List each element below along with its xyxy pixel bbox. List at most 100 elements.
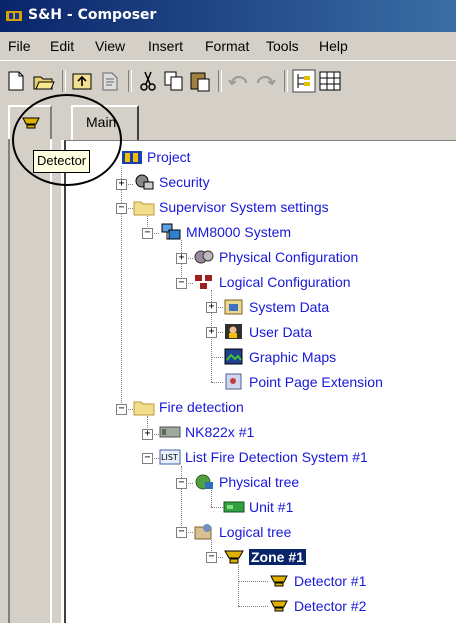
tree-node-detector-1[interactable]: Detector #1	[268, 571, 366, 591]
tree-node-label: User Data	[249, 324, 313, 340]
tree-node-point-page-extension[interactable]: Point Page Extension	[223, 372, 383, 392]
project-icon	[121, 147, 143, 167]
tree-node-system-data[interactable]: System Data	[223, 297, 329, 317]
tree-node-unit-1[interactable]: Unit #1	[223, 497, 293, 517]
toolbar-separator	[284, 70, 288, 92]
zone-icon	[223, 547, 245, 567]
tree-node-label: Fire detection	[159, 399, 244, 415]
window-title: S&H - Composer	[28, 7, 157, 23]
tree-expander[interactable]: −	[176, 278, 187, 289]
tree-node-security[interactable]: Security	[133, 172, 210, 192]
tree-node-detector-2[interactable]: Detector #2	[268, 596, 366, 616]
point-page-extension-icon	[223, 372, 245, 392]
tree-expander[interactable]: −	[142, 453, 153, 464]
tree-expander[interactable]: +	[176, 253, 187, 264]
detector-icon	[268, 596, 290, 616]
tree-node-label: Logical tree	[219, 524, 292, 540]
tree-expander[interactable]: −	[176, 478, 187, 489]
tree-node-list-fire-detection-system[interactable]: LIST List Fire Detection System #1	[159, 447, 368, 467]
tree-view-icon[interactable]	[292, 69, 316, 93]
list-icon: LIST	[159, 447, 181, 467]
user-data-icon	[223, 322, 245, 342]
tree-expander[interactable]: −	[176, 527, 187, 538]
tree-node-label: NK822x #1	[185, 424, 255, 440]
menu-tools[interactable]: Tools	[266, 38, 299, 54]
tree-line	[181, 466, 182, 532]
tree-node-user-data[interactable]: User Data	[223, 322, 312, 342]
tree-node-label-selected: Zone #1	[249, 549, 306, 565]
toolbar-separator	[128, 70, 132, 92]
tree-node-supervisor-settings[interactable]: Supervisor System settings	[133, 197, 329, 217]
new-document-icon[interactable]	[4, 69, 28, 93]
menu-file[interactable]: File	[8, 38, 31, 54]
tree-node-zone-1[interactable]: Zone #1	[223, 547, 306, 567]
physical-configuration-icon	[193, 247, 215, 267]
tree-line	[211, 490, 212, 507]
tree-node-physical-configuration[interactable]: Physical Configuration	[193, 247, 358, 267]
tree-expander[interactable]: −	[142, 228, 153, 239]
tree-node-logical-configuration[interactable]: Logical Configuration	[193, 272, 351, 292]
tree-node-label: Physical tree	[219, 474, 300, 490]
title-bar: S&H - Composer	[0, 0, 456, 32]
security-icon	[133, 172, 155, 192]
tree-node-mm8000-system[interactable]: MM8000 System	[160, 222, 291, 242]
system-data-icon	[223, 297, 245, 317]
menu-insert[interactable]: Insert	[148, 38, 183, 54]
logical-tree-icon	[193, 522, 215, 542]
tree-expander[interactable]: −	[206, 552, 217, 563]
tree-node-graphic-maps[interactable]: Graphic Maps	[223, 347, 336, 367]
nk822x-device-icon	[159, 422, 181, 442]
tree-node-nk822x[interactable]: NK822x #1	[159, 422, 254, 442]
cut-icon[interactable]	[136, 69, 160, 93]
folder-icon	[133, 397, 155, 417]
menu-help[interactable]: Help	[319, 38, 348, 54]
tree-expander[interactable]: −	[116, 203, 127, 214]
grid-view-icon[interactable]	[318, 69, 342, 93]
highlight-circle-annotation	[12, 94, 122, 186]
copy-icon[interactable]	[162, 69, 186, 93]
detector-icon	[268, 571, 290, 591]
folder-icon	[133, 197, 155, 217]
tree-node-label: MM8000 System	[186, 224, 292, 240]
composer-app-icon	[6, 9, 22, 23]
tree-expander[interactable]: +	[142, 429, 153, 440]
unit-icon	[223, 497, 245, 517]
tree-line	[238, 565, 239, 606]
tree-expander[interactable]: +	[206, 302, 217, 313]
left-tab-pane	[8, 139, 52, 623]
menu-format[interactable]: Format	[205, 38, 249, 54]
tree-node-fire-detection[interactable]: Fire detection	[133, 397, 244, 417]
up-folder-icon[interactable]	[70, 69, 94, 93]
tree-node-label: Project	[147, 149, 191, 165]
open-folder-icon[interactable]	[32, 69, 56, 93]
graphic-maps-icon	[223, 347, 245, 367]
tree-expander[interactable]: +	[116, 179, 127, 190]
computer-network-icon	[160, 222, 182, 242]
tree-node-logical-tree[interactable]: Logical tree	[193, 522, 291, 542]
tree-line	[238, 581, 268, 582]
tree-node-label: Graphic Maps	[249, 349, 337, 365]
svg-text:LIST: LIST	[161, 453, 178, 462]
tree-node-label: Physical Configuration	[219, 249, 359, 265]
tree-node-label: List Fire Detection System #1	[185, 449, 368, 465]
tree-line	[211, 382, 223, 383]
tree-node-label: Security	[159, 174, 210, 190]
tree-node-label: System Data	[249, 299, 330, 315]
logical-configuration-icon	[193, 272, 215, 292]
redo-icon[interactable]	[254, 69, 278, 93]
menu-view[interactable]: View	[95, 38, 125, 54]
tree-node-project[interactable]: Project	[121, 147, 191, 167]
tree-node-label: Point Page Extension	[249, 374, 383, 390]
toolbar-separator	[218, 70, 222, 92]
tree-node-label: Unit #1	[249, 499, 294, 515]
menu-bar: File Edit View Insert Format Tools Help	[0, 32, 456, 60]
physical-tree-icon	[193, 472, 215, 492]
properties-icon[interactable]	[98, 69, 122, 93]
menu-edit[interactable]: Edit	[50, 38, 74, 54]
undo-icon[interactable]	[226, 69, 250, 93]
tree-node-physical-tree[interactable]: Physical tree	[193, 472, 299, 492]
tree-expander[interactable]: +	[206, 327, 217, 338]
paste-icon[interactable]	[188, 69, 212, 93]
tree-node-label: Supervisor System settings	[159, 199, 329, 215]
tree-expander[interactable]: −	[116, 404, 127, 415]
